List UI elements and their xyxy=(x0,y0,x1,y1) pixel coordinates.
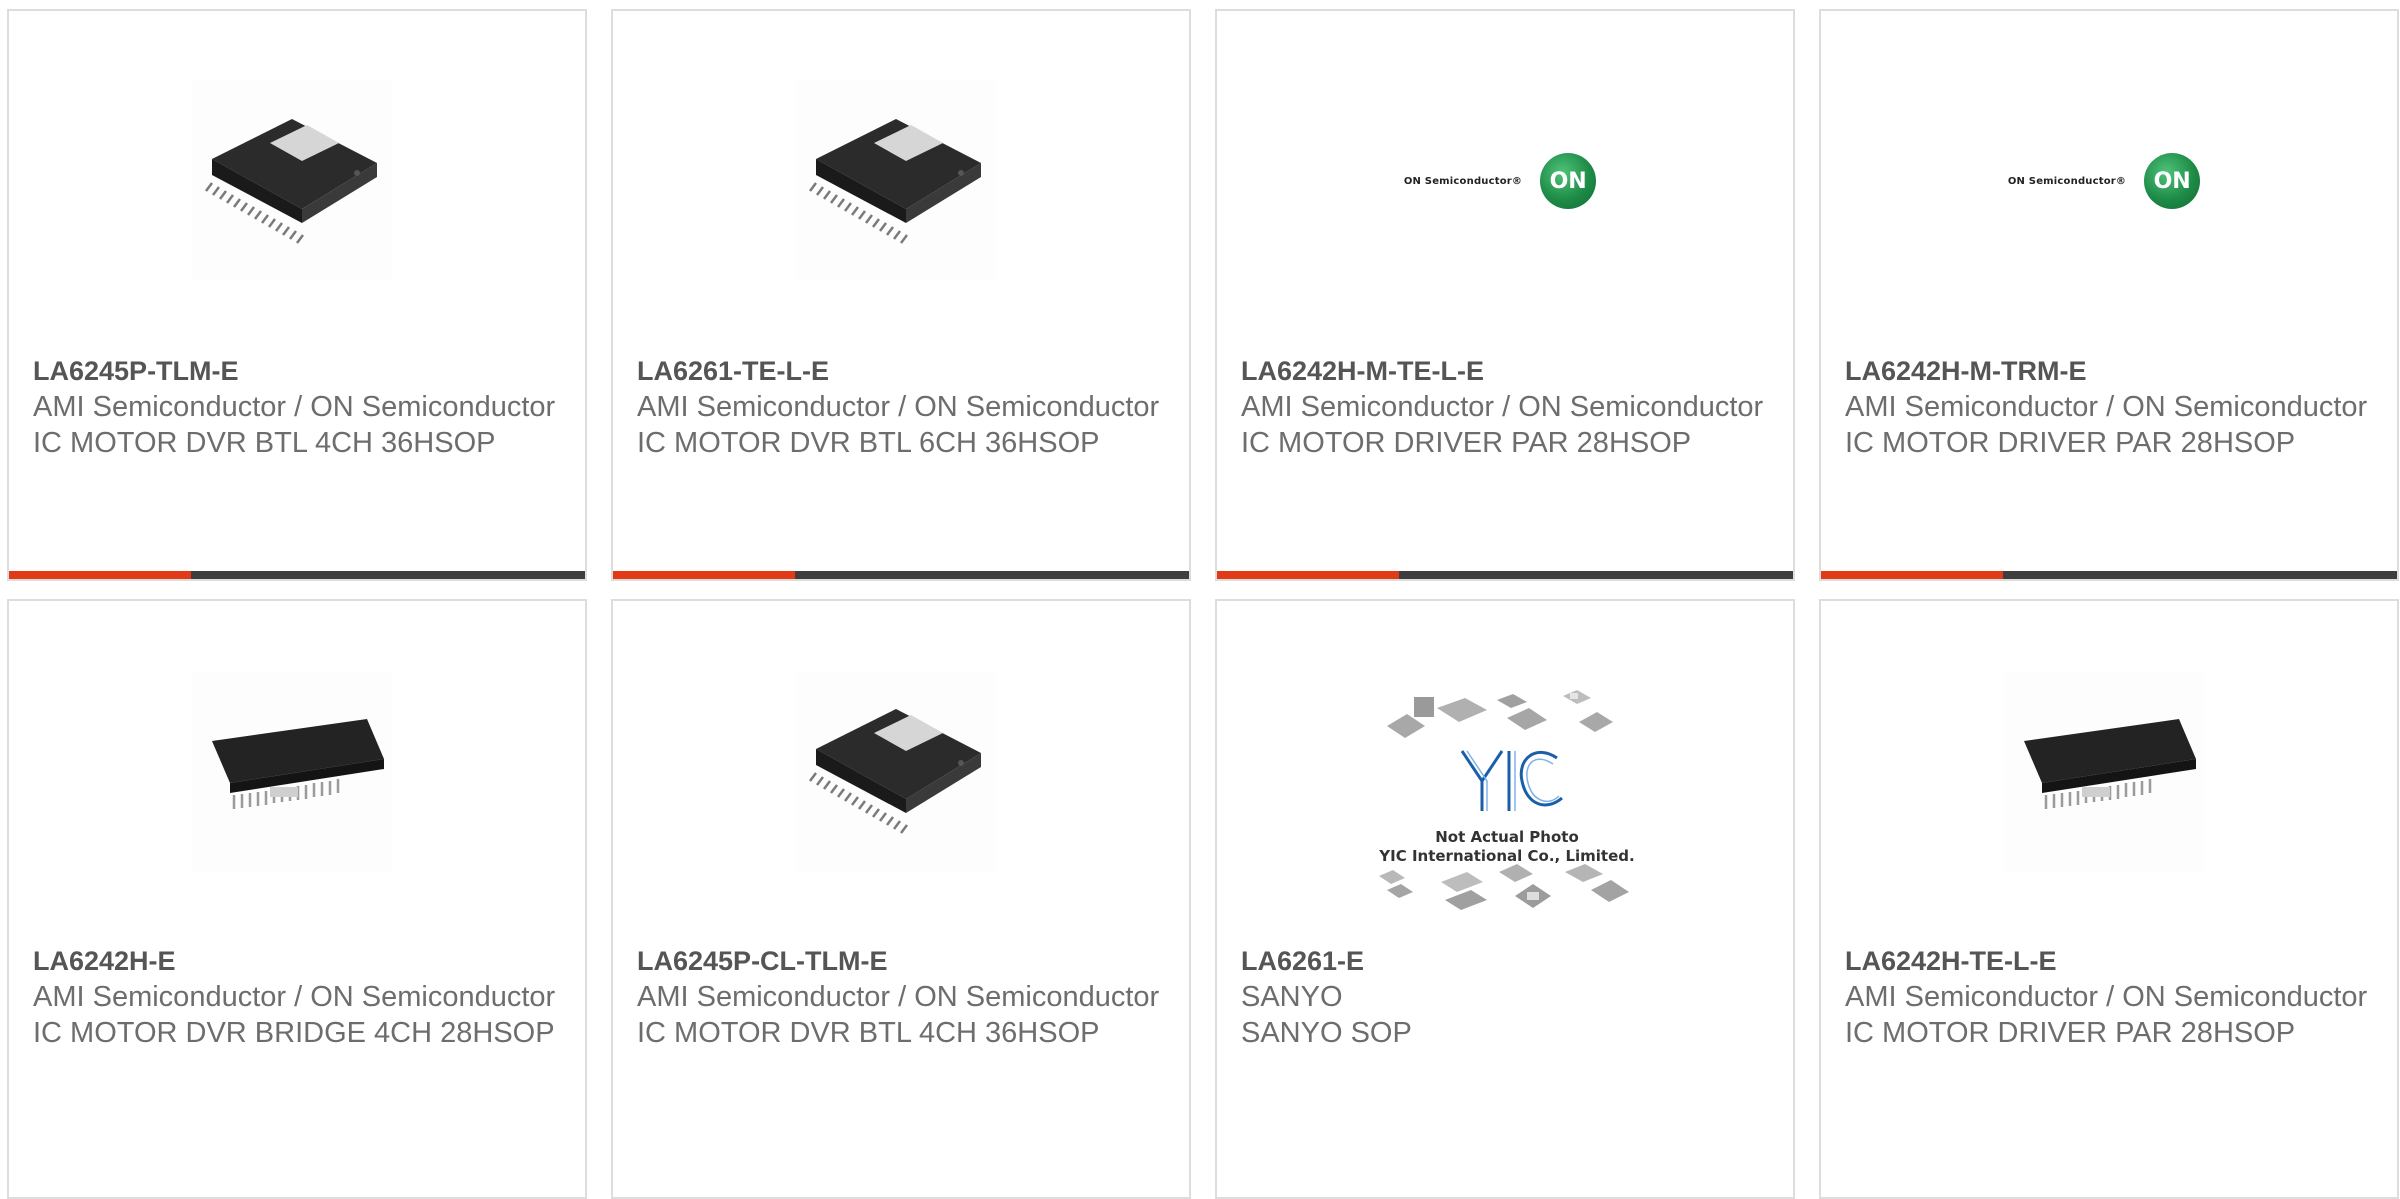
card-accent-bar xyxy=(9,571,191,579)
product-image[interactable] xyxy=(796,81,996,281)
product-card[interactable]: ON Semiconductor® ON LA6242H-M-TE-L-E AM… xyxy=(1215,9,1795,581)
card-accent-bar xyxy=(1821,571,2003,579)
card-accent-bar xyxy=(613,571,795,579)
product-manufacturer: AMI Semiconductor / ON Semiconductor xyxy=(1845,981,2368,1013)
card-footer-bar xyxy=(9,571,585,579)
product-part-number[interactable]: LA6261-E xyxy=(1241,943,1773,979)
yic-caption-line1: Not Actual Photo xyxy=(1435,828,1579,846)
product-card[interactable]: LA6245P-TLM-E AMI Semiconductor / ON Sem… xyxy=(7,9,587,581)
on-semi-logo: ON Semiconductor® ON xyxy=(2007,153,2201,209)
product-description: IC MOTOR DVR BTL 6CH 36HSOP xyxy=(637,427,1100,459)
product-card[interactable]: ON Semiconductor® ON LA6242H-M-TRM-E AMI… xyxy=(1819,9,2399,581)
product-card[interactable]: LA6245P-CL-TLM-E AMI Semiconductor / ON … xyxy=(611,599,1191,1199)
product-description: IC MOTOR DRIVER PAR 28HSOP xyxy=(1845,1017,2296,1049)
hsop-chip-icon xyxy=(204,117,379,245)
product-manufacturer: AMI Semiconductor / ON Semiconductor xyxy=(637,981,1160,1013)
card-accent-bar xyxy=(1217,571,1399,579)
product-description: IC MOTOR DVR BRIDGE 4CH 28HSOP xyxy=(33,1017,555,1049)
product-part-number[interactable]: LA6245P-TLM-E xyxy=(33,353,565,389)
on-logo-disc: ON xyxy=(1540,153,1597,209)
product-description: IC MOTOR DVR BTL 4CH 36HSOP xyxy=(33,427,496,459)
product-part-number[interactable]: LA6245P-CL-TLM-E xyxy=(637,943,1169,979)
product-part-number[interactable]: LA6242H-M-TE-L-E xyxy=(1241,353,1773,389)
on-semi-logo-text: ON Semiconductor® xyxy=(1403,175,1523,187)
product-card[interactable]: LA6261-TE-L-E AMI Semiconductor / ON Sem… xyxy=(611,9,1191,581)
card-footer-bar xyxy=(1821,571,2397,579)
on-semi-logo: ON Semiconductor® ON xyxy=(1403,153,1597,209)
hsop-chip-icon xyxy=(808,707,983,835)
hsop-chip-icon xyxy=(808,117,983,245)
product-part-number[interactable]: LA6261-TE-L-E xyxy=(637,353,1169,389)
product-image[interactable]: ON Semiconductor® ON xyxy=(2004,81,2204,281)
yic-caption-line2: YIC International Co., Limited. xyxy=(1379,847,1635,865)
product-manufacturer: AMI Semiconductor / ON Semiconductor xyxy=(33,391,556,423)
product-manufacturer: AMI Semiconductor / ON Semiconductor xyxy=(33,981,556,1013)
product-description: IC MOTOR DRIVER PAR 28HSOP xyxy=(1241,427,1692,459)
product-card[interactable]: Not Actual Photo YIC International Co., … xyxy=(1215,599,1795,1199)
product-image[interactable] xyxy=(2004,671,2204,871)
product-card[interactable]: LA6242H-TE-L-E AMI Semiconductor / ON Se… xyxy=(1819,599,2399,1199)
product-card[interactable]: LA6242H-E AMI Semiconductor / ON Semicon… xyxy=(7,599,587,1199)
product-image[interactable] xyxy=(796,671,996,871)
card-footer-bar xyxy=(1217,571,1793,579)
product-part-number[interactable]: LA6242H-M-TRM-E xyxy=(1845,353,2377,389)
hsop28-chip-icon xyxy=(210,717,386,811)
product-manufacturer: AMI Semiconductor / ON Semiconductor xyxy=(637,391,1160,423)
on-logo-disc: ON xyxy=(2144,153,2201,209)
product-image[interactable] xyxy=(192,671,392,871)
product-description: SANYO SOP xyxy=(1241,1017,1412,1049)
product-image[interactable] xyxy=(192,81,392,281)
on-semi-logo-text: ON Semiconductor® xyxy=(2007,175,2127,187)
product-part-number[interactable]: LA6242H-E xyxy=(33,943,565,979)
product-description: IC MOTOR DVR BTL 4CH 36HSOP xyxy=(637,1017,1100,1049)
card-footer-bar xyxy=(613,571,1189,579)
product-description: IC MOTOR DRIVER PAR 28HSOP xyxy=(1845,427,2296,459)
chip-collage-icon xyxy=(1379,690,1629,910)
product-manufacturer: AMI Semiconductor / ON Semiconductor xyxy=(1241,391,1764,423)
product-manufacturer: SANYO xyxy=(1241,981,1343,1013)
product-image[interactable]: ON Semiconductor® ON xyxy=(1400,81,1600,281)
product-part-number[interactable]: LA6242H-TE-L-E xyxy=(1845,943,2377,979)
product-manufacturer: AMI Semiconductor / ON Semiconductor xyxy=(1845,391,2368,423)
yic-placeholder[interactable]: Not Actual Photo YIC International Co., … xyxy=(1367,686,1647,936)
hsop28-chip-icon xyxy=(2022,717,2198,811)
